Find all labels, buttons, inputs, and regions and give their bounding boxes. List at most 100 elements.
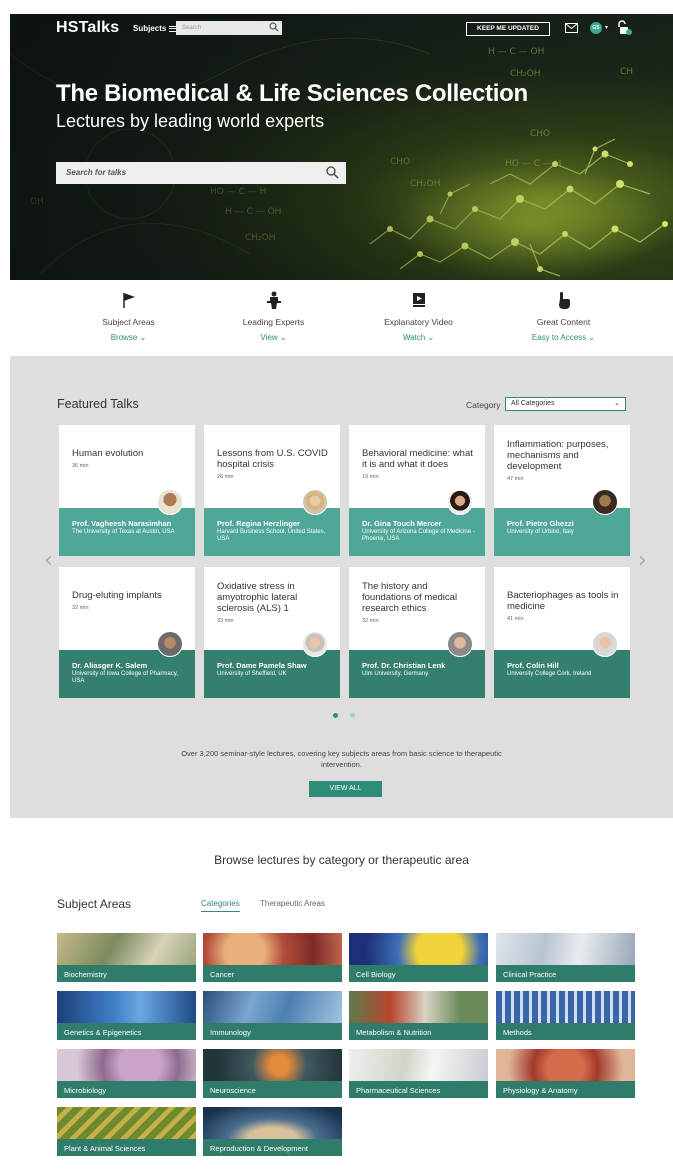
subject-tile[interactable]: Genetics & Epigenetics xyxy=(57,991,196,1040)
talk-speaker-block: Dr. Aliasger K. Salem University of Iowa… xyxy=(59,650,195,698)
subject-image xyxy=(203,991,342,1023)
talk-duration: 47 min xyxy=(507,475,524,482)
talk-speaker-block: Prof. Dr. Christian Lenk Ulm University,… xyxy=(349,650,485,698)
featured-heading: Featured Talks xyxy=(57,397,139,411)
talk-card[interactable]: The history and foundations of medical r… xyxy=(349,567,485,698)
speaker-name: Prof. Pietro Ghezzi xyxy=(507,519,574,528)
feature-explanatory-video[interactable]: Explanatory Video Watch ⌄ xyxy=(346,290,491,342)
carousel-dot[interactable] xyxy=(350,713,355,718)
speaker-name: Prof. Vagheesh Narasimhan xyxy=(72,519,172,528)
subject-tile[interactable]: Reproduction & Development xyxy=(203,1107,342,1156)
subject-tile[interactable]: Biochemistry xyxy=(57,933,196,982)
speaker-name: Prof. Colin Hill xyxy=(507,661,559,670)
feature-subject-areas[interactable]: Subject Areas Browse ⌄ xyxy=(56,290,201,342)
subject-tile[interactable]: Pharmaceutical Sciences xyxy=(349,1049,488,1098)
talk-duration: 32 min xyxy=(362,617,379,624)
subject-label: Physiology & Anatomy xyxy=(496,1081,635,1098)
talk-title: Behavioral medicine: what it is and what… xyxy=(362,448,477,480)
speaker-name: Dr. Gina Touch Mercer xyxy=(362,519,442,528)
feature-links: Subject Areas Browse ⌄ Leading Experts V… xyxy=(56,290,636,350)
subject-label: Metabolism & Nutrition xyxy=(349,1023,488,1040)
keep-me-updated-button[interactable]: KEEP ME UPDATED xyxy=(466,22,550,36)
subject-image xyxy=(349,991,488,1023)
subject-label: Neuroscience xyxy=(203,1081,342,1098)
subject-tile[interactable]: Plant & Animal Sciences xyxy=(57,1107,196,1156)
feature-label: Great Content xyxy=(536,317,591,327)
talk-duration: 33 min xyxy=(217,617,234,624)
subject-tile[interactable]: Cell Biology xyxy=(349,933,488,982)
subject-image xyxy=(496,991,635,1023)
speaker-name: Prof. Dame Pamela Shaw xyxy=(217,661,307,670)
site-logo[interactable]: HSTalks xyxy=(56,19,119,37)
hero-banner: H — C — OH CH₂OH CHO HO — C — H CH HO — … xyxy=(10,14,673,280)
feature-action[interactable]: View ⌄ xyxy=(201,333,346,342)
subject-tile[interactable]: Clinical Practice xyxy=(496,933,635,982)
subject-tile[interactable]: Metabolism & Nutrition xyxy=(349,991,488,1040)
subject-label: Immunology xyxy=(203,1023,342,1040)
talk-card[interactable]: Lessons from U.S. COVID hospital crisis 2… xyxy=(204,425,340,556)
speaker-affiliation: University College Cork, Ireland xyxy=(507,671,592,677)
talk-speaker-block: Prof. Dame Pamela Shaw University of She… xyxy=(204,650,340,698)
speaker-affiliation: Harvard Business School, United States, … xyxy=(217,529,326,542)
subjects-menu-button[interactable]: Subjects xyxy=(133,24,178,33)
subject-tile[interactable]: Physiology & Anatomy xyxy=(496,1049,635,1098)
feature-label: Subject Areas xyxy=(102,317,155,327)
view-all-button[interactable]: VIEW ALL xyxy=(309,781,382,797)
talk-title: The history and foundations of medical r… xyxy=(362,581,477,624)
tab-therapeutic-areas[interactable]: Therapeutic Areas xyxy=(260,899,325,908)
talk-card[interactable]: Human evolution 36 min Prof. Vagheesh Nar… xyxy=(59,425,195,556)
browse-title: Browse lectures by category or therapeut… xyxy=(214,853,469,867)
header-search-input[interactable]: Search xyxy=(176,21,282,35)
talk-title: Oxidative stress in amyotrophic lateral … xyxy=(217,581,332,624)
talk-title: Drug-eluting implants 32 min xyxy=(72,590,187,611)
unlock-icon[interactable] xyxy=(616,20,632,36)
talk-card[interactable]: Inflammation: purposes, mechanisms and d… xyxy=(494,425,630,556)
speaker-name: Dr. Aliasger K. Salem xyxy=(72,661,148,670)
subject-tile[interactable]: Neuroscience xyxy=(203,1049,342,1098)
subject-image xyxy=(349,1049,488,1081)
category-select[interactable]: All Categories ⌄ xyxy=(505,397,626,411)
hero-search-input[interactable]: Search for talks xyxy=(56,162,346,184)
mail-icon[interactable] xyxy=(565,23,578,33)
category-value: All Categories xyxy=(511,400,555,407)
speaker-name: Prof. Regina Herzlinger xyxy=(217,519,300,528)
feature-great-content[interactable]: Great Content Easy to Access ⌄ xyxy=(491,290,636,342)
feature-action[interactable]: Browse ⌄ xyxy=(56,333,201,342)
subject-label: Biochemistry xyxy=(57,965,196,982)
talk-title: Lessons from U.S. COVID hospital crisis 2… xyxy=(217,448,332,480)
subject-image xyxy=(496,933,635,965)
feature-action[interactable]: Easy to Access ⌄ xyxy=(491,333,636,342)
talk-card[interactable]: Bacteriophages as tools in medicine 41 mi… xyxy=(494,567,630,698)
subject-tile[interactable]: Methods xyxy=(496,991,635,1040)
chevron-down-icon[interactable]: ▾ xyxy=(605,24,608,31)
talk-title: Bacteriophages as tools in medicine 41 mi… xyxy=(507,590,622,622)
subject-image xyxy=(57,1107,196,1139)
user-avatar[interactable]: GS xyxy=(590,22,602,34)
collection-description: Over 3,200 seminar-style lectures, cover… xyxy=(181,749,502,769)
subject-label: Plant & Animal Sciences xyxy=(57,1139,196,1156)
subject-tile[interactable]: Immunology xyxy=(203,991,342,1040)
speaker-affiliation: University of Iowa College of Pharmacy, … xyxy=(72,671,178,684)
talk-card[interactable]: Drug-eluting implants 32 min Dr. Aliasger… xyxy=(59,567,195,698)
speaker-affiliation: Ulm University, Germany xyxy=(362,671,429,677)
carousel-pagination xyxy=(333,713,355,718)
speaker-avatar xyxy=(157,489,183,515)
carousel-next-arrow[interactable]: › xyxy=(638,548,647,573)
subject-label: Methods xyxy=(496,1023,635,1040)
subject-image xyxy=(203,933,342,965)
tab-categories[interactable]: Categories xyxy=(201,899,240,912)
search-icon[interactable] xyxy=(269,22,279,32)
feature-leading-experts[interactable]: Leading Experts View ⌄ xyxy=(201,290,346,342)
category-label: Category xyxy=(466,400,501,410)
subject-label: Pharmaceutical Sciences xyxy=(349,1081,488,1098)
talk-card[interactable]: Behavioral medicine: what it is and what… xyxy=(349,425,485,556)
speaker-affiliation: University of Sheffield, UK xyxy=(217,671,287,677)
subject-image xyxy=(203,1107,342,1139)
feature-action[interactable]: Watch ⌄ xyxy=(346,333,491,342)
subject-tile[interactable]: Cancer xyxy=(203,933,342,982)
carousel-prev-arrow[interactable]: ‹ xyxy=(44,548,53,573)
search-icon[interactable] xyxy=(326,166,339,179)
subject-tile[interactable]: Microbiology xyxy=(57,1049,196,1098)
carousel-dot-active[interactable] xyxy=(333,713,338,718)
talk-card[interactable]: Oxidative stress in amyotrophic lateral … xyxy=(204,567,340,698)
